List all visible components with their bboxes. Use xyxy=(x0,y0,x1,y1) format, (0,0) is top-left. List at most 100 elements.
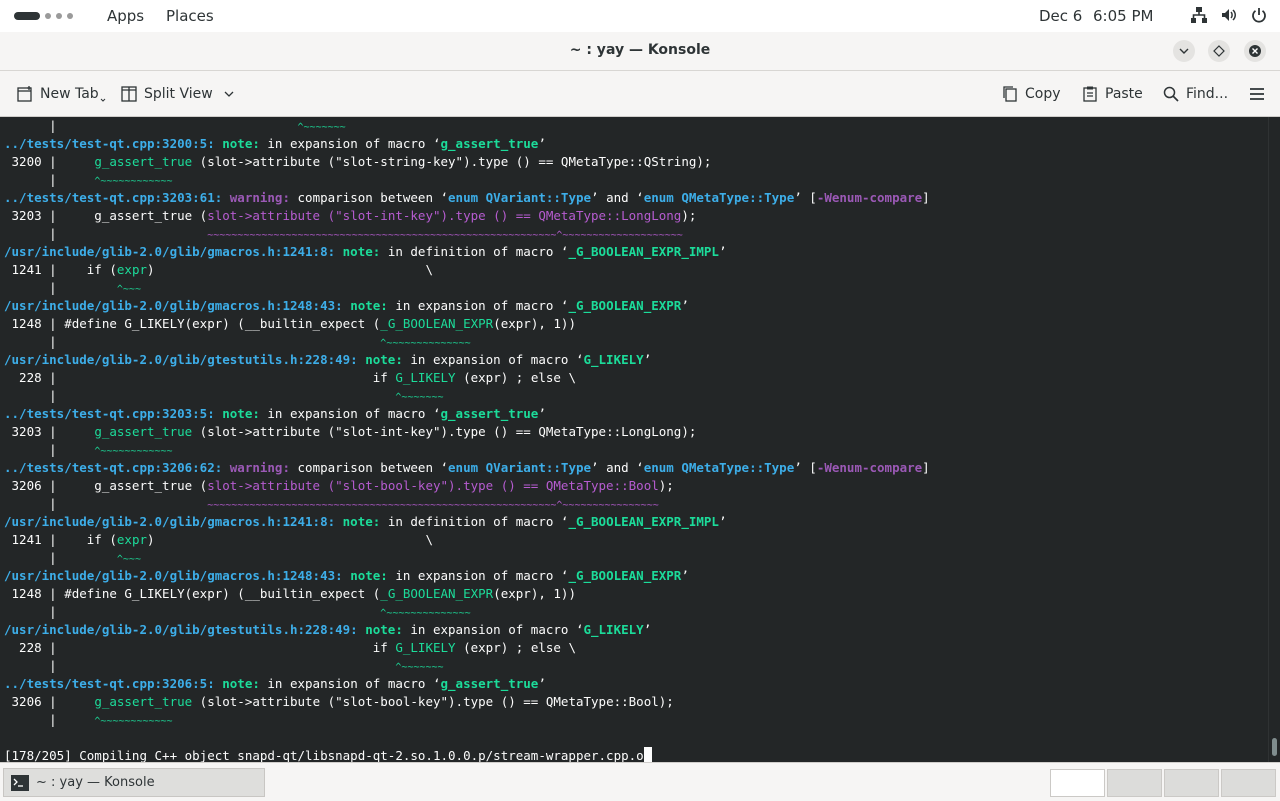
terminal-text-segment: G_LIKELY xyxy=(583,352,644,367)
terminal-text-segment: | xyxy=(4,226,208,241)
terminal-text-segment: g_assert_true xyxy=(94,154,193,169)
terminal-line: | ~~~~~~~~~~~~~~~~~~~~~~~~~~~~~~~~~~~~~~… xyxy=(4,495,930,513)
terminal-text-segment: ^~~~~~~~ xyxy=(395,392,444,403)
terminal-line: ../tests/test-qt.cpp:3206:5: note: in ex… xyxy=(4,675,930,693)
terminal-text-segment: in expansion of macro ‘ xyxy=(395,568,569,583)
split-view-label: Split View xyxy=(144,86,213,102)
terminal-line: ../tests/test-qt.cpp:3200:5: note: in ex… xyxy=(4,135,930,153)
close-button[interactable] xyxy=(1244,40,1266,62)
terminal-text-segment: [178/205] Compiling C++ object snapd-qt/… xyxy=(4,748,644,762)
terminal-text-segment: | xyxy=(4,604,381,619)
terminal-line: | ^~~~ xyxy=(4,549,930,567)
terminal-text-segment: note: xyxy=(342,244,388,259)
terminal-text-segment: note: xyxy=(222,406,268,421)
terminal-text-segment: enum QMetaType::Type xyxy=(643,460,795,475)
terminal-line: | ^~~~~~~~ xyxy=(4,387,930,405)
terminal-line: | ^~~~~~~~ xyxy=(4,117,930,135)
terminal-text-segment: 1248 | #define G_LIKELY(expr) (__builtin… xyxy=(4,316,381,331)
terminal-text-segment: ^~~~ xyxy=(116,284,141,295)
new-tab-button[interactable]: New Tab xyxy=(16,83,106,105)
terminal-line: | ^~~~~~~~~~~~~ xyxy=(4,441,930,459)
clock-time[interactable]: 6:05 PM xyxy=(1093,7,1153,25)
terminal-text-segment: | xyxy=(4,442,95,457)
terminal-text-segment: slot->attribute ("slot-int-key").type ()… xyxy=(207,208,682,223)
terminal-text-segment: note: xyxy=(342,514,388,529)
copy-label: Copy xyxy=(1025,86,1061,102)
terminal-text-segment: expr xyxy=(116,262,147,277)
paste-label: Paste xyxy=(1105,86,1143,102)
workspace-3-button[interactable] xyxy=(1164,769,1219,797)
terminal-text-segment: ’ xyxy=(643,352,652,367)
hamburger-menu-button[interactable] xyxy=(1248,83,1266,105)
terminal-text-segment: _G_BOOLEAN_EXPR xyxy=(568,298,682,313)
terminal-text-segment: ’ xyxy=(718,514,727,529)
terminal-text-segment: ^~~~~~~~ xyxy=(56,122,346,133)
find-button[interactable]: Find... xyxy=(1162,83,1228,105)
terminal-text-segment: note: xyxy=(222,136,268,151)
terminal-text-segment: in definition of macro ‘ xyxy=(387,514,569,529)
apps-menu[interactable]: Apps xyxy=(107,7,144,25)
terminal-text-segment: (expr), 1)) xyxy=(493,586,576,601)
workspace-1-button[interactable] xyxy=(1050,769,1105,797)
terminal-text-segment: -Wenum-compare xyxy=(816,460,923,475)
terminal-line: ../tests/test-qt.cpp:3203:61: warning: c… xyxy=(4,189,930,207)
terminal-text-segment: _G_BOOLEAN_EXPR_IMPL xyxy=(568,514,719,529)
terminal-text-segment: g_assert_true xyxy=(94,424,193,439)
window-titlebar[interactable]: ~ : yay — Konsole xyxy=(0,32,1280,71)
taskbar-item-label: ~ : yay — Konsole xyxy=(36,775,155,790)
terminal-text-segment: | xyxy=(4,280,117,295)
terminal-text-segment: (slot->attribute ("slot-int-key").type (… xyxy=(192,424,697,439)
terminal-text-segment: 1248 | #define G_LIKELY(expr) (__builtin… xyxy=(4,586,381,601)
minimize-button[interactable] xyxy=(1173,40,1195,62)
terminal-text-segment: /usr/include/glib-2.0/glib/gtestutils.h:… xyxy=(4,352,366,367)
workspace-2-button[interactable] xyxy=(1107,769,1162,797)
terminal-text-segment: ../tests/test-qt.cpp:3200:5: xyxy=(4,136,223,151)
terminal-text-segment: 228 | if xyxy=(4,640,396,655)
terminal-text-segment: ^~~~~~~~~~~~~~~ xyxy=(380,608,471,619)
terminal-text-segment: ); xyxy=(681,208,697,223)
split-view-button[interactable]: Split View xyxy=(120,83,235,105)
system-tray[interactable] xyxy=(1190,6,1268,24)
window-title: ~ : yay — Konsole xyxy=(569,42,711,58)
terminal-text-segment: ~~~~~~~~~~~~~~~~~~~~~~~~~~~~~~~~~~~~~~~~… xyxy=(207,500,659,511)
paste-button[interactable]: Paste xyxy=(1081,83,1143,105)
taskbar-item-konsole[interactable]: ~ : yay — Konsole xyxy=(3,768,265,797)
copy-button[interactable]: Copy xyxy=(1001,83,1061,105)
terminal-text-segment: note: xyxy=(365,622,411,637)
workspace-pill-icon xyxy=(14,12,40,20)
terminal-text-segment: expr xyxy=(116,532,147,547)
terminal-text-segment: warning: xyxy=(229,460,298,475)
terminal-text-segment: ); xyxy=(658,478,674,493)
clock-date[interactable]: Dec 6 xyxy=(1039,7,1082,25)
terminal-text-segment: in expansion of macro ‘ xyxy=(410,352,584,367)
terminal-text-segment: g_assert_true xyxy=(440,676,539,691)
terminal-text-segment: ~~~~~~~~~~~~~~~~~~~~~~~~~~~~~~~~~~~~~~~~… xyxy=(207,230,683,241)
scrollbar-thumb[interactable] xyxy=(1272,738,1277,756)
terminal-text-segment: ’ xyxy=(538,676,546,691)
places-menu[interactable]: Places xyxy=(166,7,214,25)
terminal-text-segment: g_assert_true xyxy=(440,136,539,151)
network-icon xyxy=(1191,7,1207,23)
terminal-text-segment: 3200 | xyxy=(4,154,95,169)
terminal-line: | ^~~~~~~~ xyxy=(4,657,930,675)
terminal-view[interactable]: | ^~~~~~~~ ../tests/test-qt.cpp:3200:5: n… xyxy=(0,117,1268,762)
terminal-line: | ^~~~~~~~~~~~~~~ xyxy=(4,603,930,621)
terminal-text-segment: | xyxy=(4,712,95,727)
search-icon xyxy=(1163,86,1179,102)
workspace-dot-icon xyxy=(56,13,62,19)
terminal-text-segment: (expr) ; else \ xyxy=(455,640,576,655)
terminal-text-segment: ’ xyxy=(538,406,546,421)
workspace-4-button[interactable] xyxy=(1221,769,1276,797)
terminal-text-segment: /usr/include/glib-2.0/glib/gtestutils.h:… xyxy=(4,622,366,637)
terminal-text-segment: ../tests/test-qt.cpp:3203:61: xyxy=(4,190,230,205)
chevron-down-icon xyxy=(224,91,234,97)
terminal-text-segment: comparison between ‘ xyxy=(297,190,449,205)
terminal-text-segment: ) \ xyxy=(147,532,433,547)
terminal-text-segment: /usr/include/glib-2.0/glib/gmacros.h:124… xyxy=(4,568,351,583)
terminal-text-segment: ^~~~~~~~~~~~~ xyxy=(94,716,173,727)
maximize-button[interactable] xyxy=(1208,40,1230,62)
activities-indicator[interactable] xyxy=(14,11,73,21)
terminal-line: 228 | if G_LIKELY (expr) ; else \ xyxy=(4,639,930,657)
terminal-scrollbar[interactable] xyxy=(1268,117,1280,762)
